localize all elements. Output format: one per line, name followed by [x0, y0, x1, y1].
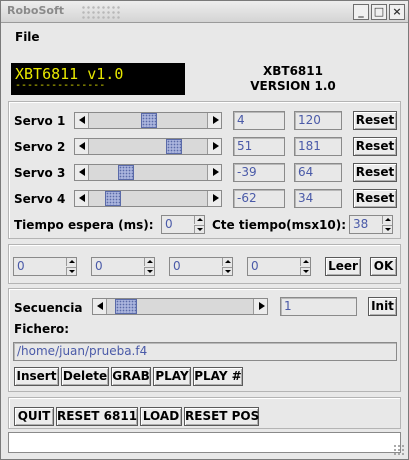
resize-grip-icon[interactable]	[393, 444, 405, 456]
spinner-value: 0	[251, 259, 259, 273]
play-step-button[interactable]: PLAY #	[193, 367, 243, 386]
read-button[interactable]: Leer	[325, 257, 361, 276]
init-button[interactable]: Init	[368, 297, 397, 316]
slider-thumb[interactable]	[118, 165, 134, 180]
arrow-right-icon[interactable]	[207, 139, 221, 154]
spin-down-icon[interactable]	[194, 225, 204, 233]
slider-thumb[interactable]	[105, 191, 121, 206]
reading-3-spinner[interactable]: 0	[169, 257, 233, 276]
time-constant-label: Cte tiempo(msx10):	[212, 218, 347, 232]
spin-up-icon[interactable]	[300, 258, 310, 266]
status-bar	[8, 432, 401, 453]
spin-down-icon[interactable]	[144, 267, 154, 275]
servo-2-label: Servo 2	[14, 140, 66, 154]
product-title: XBT6811	[263, 64, 323, 78]
spin-up-icon[interactable]	[382, 216, 392, 224]
servo-2-slider[interactable]	[74, 138, 222, 155]
arrow-left-icon[interactable]	[93, 299, 107, 314]
servo-4-reset-button[interactable]: Reset	[353, 189, 397, 208]
servo-2-reset-button[interactable]: Reset	[353, 137, 397, 156]
quit-button[interactable]: QUIT	[14, 407, 54, 426]
ok-button[interactable]: OK	[370, 257, 397, 276]
reset-pos-button[interactable]: RESET POS	[184, 407, 259, 426]
menu-file[interactable]: File	[15, 30, 40, 44]
servo-1-label: Servo 1	[14, 114, 66, 128]
spin-up-icon[interactable]	[144, 258, 154, 266]
close-button[interactable]: ×	[389, 4, 405, 20]
window-title: RoboSoft	[7, 4, 64, 17]
file-label: Fichero:	[14, 322, 70, 336]
spin-up-icon[interactable]	[194, 216, 204, 224]
spin-up-icon[interactable]	[222, 258, 232, 266]
lcd-underline-text: ---------------	[15, 80, 106, 91]
spinner-value: 38	[353, 217, 369, 231]
insert-button[interactable]: Insert	[14, 367, 59, 386]
servo-2-value[interactable]: 51	[233, 137, 285, 156]
play-button[interactable]: PLAY	[153, 367, 191, 386]
servo-3-reset-button[interactable]: Reset	[353, 163, 397, 182]
grab-button[interactable]: GRAB	[111, 367, 151, 386]
lcd-display: XBT6811 v1.0 ---------------	[11, 63, 185, 95]
servo-3-label: Servo 3	[14, 166, 66, 180]
spinner-value: 0	[17, 259, 25, 273]
file-path-field[interactable]: /home/juan/prueba.f4	[13, 342, 397, 361]
arrow-right-icon[interactable]	[207, 113, 221, 128]
servo-3-raw[interactable]: 64	[294, 163, 342, 182]
spinner-value: 0	[165, 217, 173, 231]
slider-thumb[interactable]	[141, 113, 157, 128]
spin-up-icon[interactable]	[66, 258, 76, 266]
version-title: VERSION 1.0	[250, 79, 336, 93]
minimize-button[interactable]: _	[353, 4, 369, 20]
arrow-left-icon[interactable]	[75, 139, 89, 154]
arrow-right-icon[interactable]	[207, 165, 221, 180]
spin-down-icon[interactable]	[300, 267, 310, 275]
reading-1-spinner[interactable]: 0	[13, 257, 77, 276]
servo-2-raw[interactable]: 181	[294, 137, 342, 156]
servo-1-value[interactable]: 4	[233, 111, 285, 130]
servo-1-reset-button[interactable]: Reset	[353, 111, 397, 130]
load-button[interactable]: LOAD	[140, 407, 182, 426]
servo-1-slider[interactable]	[74, 112, 222, 129]
servo-4-slider[interactable]	[74, 190, 222, 207]
spin-down-icon[interactable]	[66, 267, 76, 275]
time-constant-spinner[interactable]: 38	[349, 215, 393, 234]
spinner-value: 0	[173, 259, 181, 273]
sequence-step-field[interactable]: 1	[280, 297, 357, 316]
arrow-right-icon[interactable]	[253, 299, 267, 314]
spin-down-icon[interactable]	[222, 267, 232, 275]
servo-4-raw[interactable]: 34	[294, 189, 342, 208]
reset-6811-button[interactable]: RESET 6811	[56, 407, 138, 426]
servo-4-label: Servo 4	[14, 192, 66, 206]
reading-2-spinner[interactable]: 0	[91, 257, 155, 276]
maximize-button[interactable]: □	[371, 4, 387, 20]
slider-thumb[interactable]	[166, 139, 182, 154]
title-grip	[81, 5, 121, 19]
spinner-value: 0	[95, 259, 103, 273]
main-window: RoboSoft _ □ × File XBT6811 v1.0 -------…	[0, 0, 409, 460]
arrow-left-icon[interactable]	[75, 165, 89, 180]
wait-time-label: Tiempo espera (ms):	[14, 218, 154, 232]
servo-3-value[interactable]: -39	[233, 163, 285, 182]
sequence-label: Secuencia	[14, 301, 83, 315]
spin-down-icon[interactable]	[382, 225, 392, 233]
arrow-left-icon[interactable]	[75, 113, 89, 128]
menu-bar: File	[1, 24, 408, 50]
arrow-left-icon[interactable]	[75, 191, 89, 206]
servo-3-slider[interactable]	[74, 164, 222, 181]
reading-4-spinner[interactable]: 0	[247, 257, 311, 276]
sequence-slider[interactable]	[92, 298, 268, 315]
servo-4-value[interactable]: -62	[233, 189, 285, 208]
delete-button[interactable]: Delete	[61, 367, 109, 386]
wait-time-spinner[interactable]: 0	[161, 215, 205, 234]
servo-1-raw[interactable]: 120	[294, 111, 342, 130]
slider-thumb[interactable]	[115, 299, 137, 314]
title-bar[interactable]: RoboSoft _ □ ×	[1, 1, 408, 23]
arrow-right-icon[interactable]	[207, 191, 221, 206]
